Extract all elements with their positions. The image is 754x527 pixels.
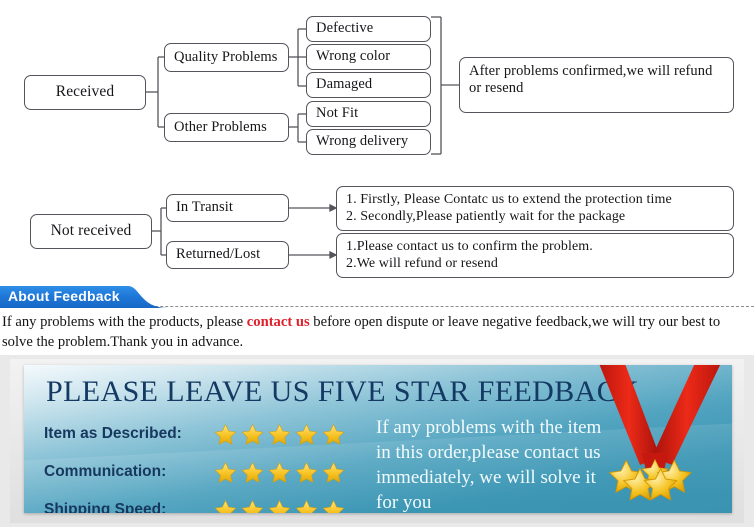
node-returned-lost: Returned/Lost	[166, 241, 289, 269]
rating-stars-shipping-speed	[214, 499, 345, 513]
node-returned-lost-label: Returned/Lost	[176, 246, 261, 263]
node-not-received: Not received	[30, 214, 152, 249]
about-feedback-text-1: If any problems with the products, pleas…	[2, 314, 247, 330]
banner-title: PLEASE LEAVE US FIVE STAR FEEDBACK	[46, 375, 640, 408]
node-other-problems-label: Other Problems	[174, 118, 267, 135]
node-in-transit-label: In Transit	[176, 199, 234, 216]
node-in-transit: In Transit	[166, 194, 289, 222]
star-icon	[214, 499, 237, 513]
node-quality-problems: Quality Problems	[164, 43, 289, 72]
star-icon	[214, 423, 237, 445]
banner-panel: PLEASE LEAVE US FIVE STAR FEEDBACK Item …	[24, 365, 732, 513]
rating-list: Item as Described: Communication: Shippi…	[44, 415, 345, 513]
star-icon	[322, 499, 345, 513]
star-icon	[241, 461, 264, 483]
star-icon	[295, 499, 318, 513]
rating-row-shipping-speed: Shipping Speed:	[44, 491, 345, 513]
node-defective-label: Defective	[316, 20, 374, 37]
node-in-transit-outcome-line-1: 1. Firstly, Please Contatc us to extend …	[346, 192, 672, 207]
contact-us-link[interactable]: contact us	[247, 314, 310, 330]
node-returned-lost-outcome-line-2: 2.We will refund or resend	[346, 255, 498, 271]
rating-row-item-as-described: Item as Described:	[44, 415, 345, 453]
node-wrong-color-label: Wrong color	[316, 48, 391, 65]
node-other-problems: Other Problems	[164, 113, 289, 142]
flowchart-area: Received Quality Problems Other Problems…	[0, 0, 754, 285]
star-icon	[214, 461, 237, 483]
node-received-label: Received	[55, 83, 115, 101]
node-wrong-delivery-label: Wrong delivery	[316, 133, 409, 150]
node-defective: Defective	[306, 16, 431, 42]
about-feedback-tab-label: About Feedback	[8, 288, 120, 304]
star-icon	[268, 499, 291, 513]
node-received: Received	[24, 75, 146, 110]
rating-label-item-as-described: Item as Described:	[44, 425, 182, 442]
about-feedback-paragraph: If any problems with the products, pleas…	[2, 312, 752, 352]
node-not-fit-label: Not Fit	[316, 105, 359, 122]
node-in-transit-outcome-line-2: 2. Secondly,Please patiently wait for th…	[346, 208, 626, 224]
node-wrong-color: Wrong color	[306, 44, 431, 70]
node-damaged: Damaged	[306, 72, 431, 98]
rating-label-shipping-speed: Shipping Speed:	[44, 501, 167, 513]
star-icon	[322, 423, 345, 445]
node-not-fit: Not Fit	[306, 101, 431, 127]
node-returned-lost-outcome: 1.Please contact us to confirm the probl…	[336, 233, 734, 278]
node-quality-problems-label: Quality Problems	[174, 48, 278, 65]
star-icon	[241, 499, 264, 513]
star-icon	[322, 461, 345, 483]
node-outcome-confirmed: After problems confirmed,we will refund …	[459, 57, 734, 113]
rating-row-communication: Communication:	[44, 453, 345, 491]
node-in-transit-outcome: 1. Firstly, Please Contatc us to extend …	[336, 186, 734, 231]
star-icon	[241, 423, 264, 445]
star-icon	[268, 423, 291, 445]
node-outcome-confirmed-line-1: After problems confirmed,we will refund	[469, 63, 713, 79]
star-icon	[295, 423, 318, 445]
about-feedback-header: About Feedback	[0, 286, 754, 310]
node-wrong-delivery: Wrong delivery	[306, 129, 431, 155]
star-icon	[268, 461, 291, 483]
rating-stars-item-as-described	[214, 423, 345, 446]
node-damaged-label: Damaged	[316, 76, 373, 93]
medal-ribbon-icon	[599, 365, 721, 501]
rating-stars-communication	[214, 461, 345, 484]
node-not-received-label: Not received	[50, 222, 132, 240]
five-star-feedback-banner: PLEASE LEAVE US FIVE STAR FEEDBACK Item …	[0, 355, 754, 527]
rating-label-communication: Communication:	[44, 463, 167, 480]
node-outcome-confirmed-line-2: or resend	[469, 80, 524, 97]
node-returned-lost-outcome-line-1: 1.Please contact us to confirm the probl…	[346, 239, 593, 254]
star-icon	[295, 461, 318, 483]
about-feedback-tab: About Feedback	[0, 286, 168, 308]
